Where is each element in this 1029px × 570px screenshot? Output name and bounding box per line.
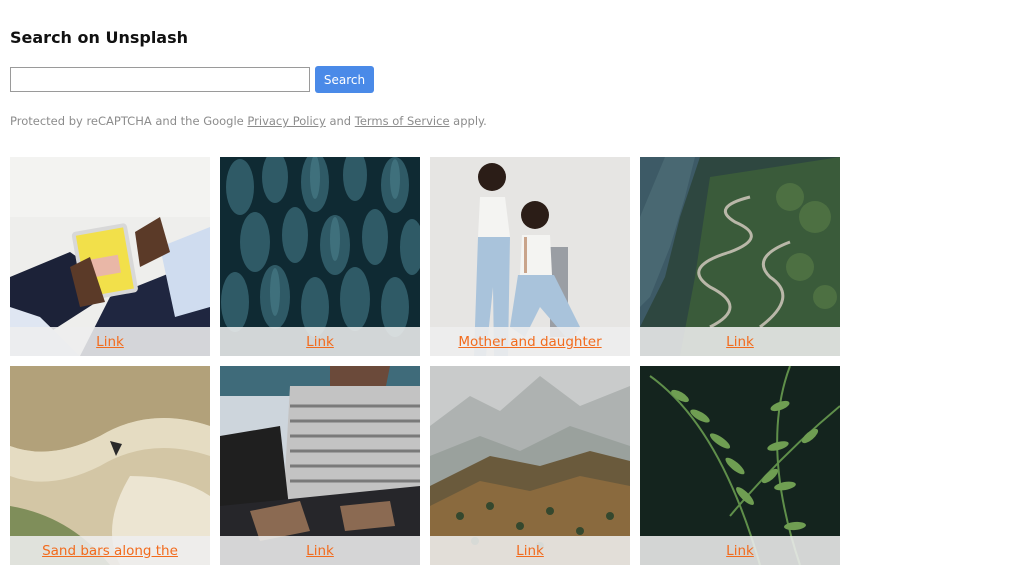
- photo-caption: Link: [220, 536, 420, 565]
- photo-tile: Mother and daughter: [430, 157, 630, 356]
- photo-link[interactable]: Link: [306, 543, 334, 559]
- photo-link[interactable]: Link: [516, 543, 544, 559]
- search-form: Search: [10, 66, 374, 93]
- photo-tile: Link: [640, 157, 840, 356]
- search-button[interactable]: Search: [315, 66, 374, 93]
- photo-link[interactable]: Link: [726, 334, 754, 350]
- page-title: Search on Unsplash: [10, 28, 189, 47]
- photo-caption: Sand bars along the: [10, 536, 210, 565]
- photo-tile: Link: [430, 366, 630, 565]
- page: Search on Unsplash Search Protected by r…: [0, 0, 1029, 570]
- search-input[interactable]: [10, 67, 310, 92]
- photo-caption: Mother and daughter: [430, 327, 630, 356]
- privacy-policy-link[interactable]: Privacy Policy: [247, 114, 325, 128]
- photo-caption: Link: [220, 327, 420, 356]
- recaptcha-suffix: apply.: [453, 114, 487, 128]
- photo-grid: Link Link Mother and daughter Link Sand …: [10, 157, 840, 565]
- photo-tile: Link: [10, 157, 210, 356]
- photo-tile: Link: [220, 157, 420, 356]
- photo-tile: Sand bars along the: [10, 366, 210, 565]
- photo-link[interactable]: Link: [306, 334, 334, 350]
- photo-link[interactable]: Link: [96, 334, 124, 350]
- photo-link[interactable]: Link: [726, 543, 754, 559]
- photo-caption: Link: [430, 536, 630, 565]
- photo-caption: Link: [640, 327, 840, 356]
- photo-link[interactable]: Mother and daughter: [458, 334, 601, 350]
- recaptcha-prefix: Protected by reCAPTCHA and the Google: [10, 114, 244, 128]
- photo-link[interactable]: Sand bars along the: [42, 543, 178, 559]
- terms-of-service-link[interactable]: Terms of Service: [355, 114, 450, 128]
- recaptcha-notice: Protected by reCAPTCHA and the Google Pr…: [10, 114, 487, 128]
- photo-caption: Link: [640, 536, 840, 565]
- photo-tile: Link: [220, 366, 420, 565]
- recaptcha-and: and: [329, 114, 352, 128]
- photo-caption: Link: [10, 327, 210, 356]
- photo-tile: Link: [640, 366, 840, 565]
